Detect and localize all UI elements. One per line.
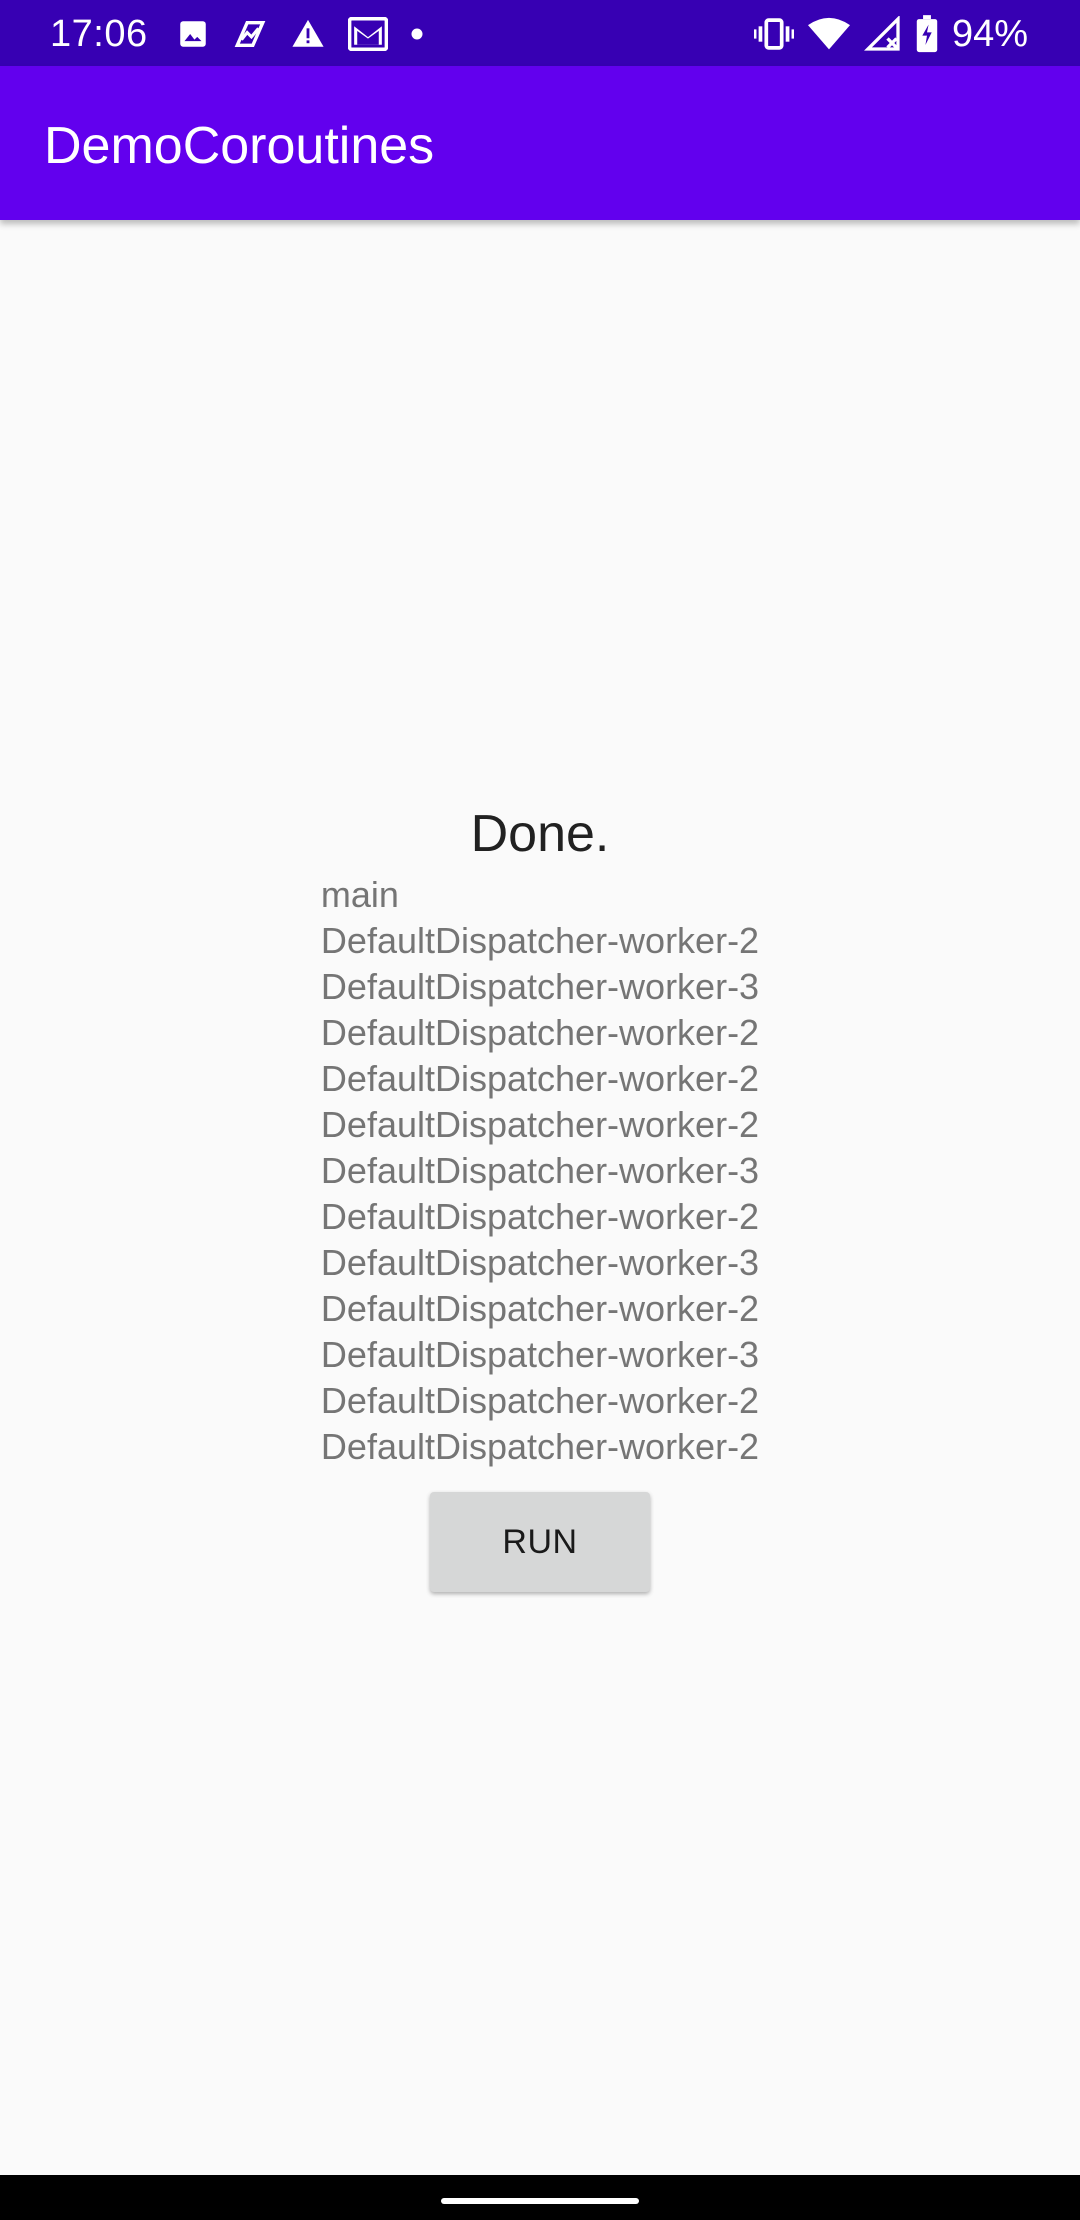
log-line: DefaultDispatcher-worker-2 xyxy=(320,1058,760,1099)
log-line: DefaultDispatcher-worker-2 xyxy=(320,1012,760,1053)
status-title: Done. xyxy=(470,805,610,863)
battery-percentage: 94% xyxy=(951,13,1028,55)
home-gesture-handle[interactable] xyxy=(441,2198,639,2204)
run-button[interactable]: RUN xyxy=(430,1492,650,1592)
thread-log: main DefaultDispatcher-worker-2 DefaultD… xyxy=(321,872,759,1470)
signal-icon xyxy=(863,16,902,52)
log-line: DefaultDispatcher-worker-3 xyxy=(320,1242,760,1283)
app-screen: 17:06 94% DemoCoroutines Done. main Defa… xyxy=(0,0,1080,2220)
log-line: DefaultDispatcher-worker-2 xyxy=(320,1426,760,1467)
status-time: 17:06 xyxy=(50,13,148,55)
vibrate-icon xyxy=(753,17,794,51)
log-line: DefaultDispatcher-worker-2 xyxy=(320,1288,760,1329)
status-bar: 17:06 94% xyxy=(0,0,1080,66)
log-line: main xyxy=(320,874,399,915)
image-icon xyxy=(176,17,210,51)
log-line: DefaultDispatcher-worker-2 xyxy=(320,920,760,961)
app-bar: DemoCoroutines xyxy=(0,66,1080,220)
main-content: Done. main DefaultDispatcher-worker-2 De… xyxy=(0,796,1080,1592)
analytics-icon xyxy=(232,17,268,51)
gmail-icon xyxy=(348,17,388,51)
wifi-icon xyxy=(807,17,850,51)
warning-icon xyxy=(290,17,326,51)
log-line: DefaultDispatcher-worker-3 xyxy=(320,966,760,1007)
navigation-bar xyxy=(0,2175,1080,2220)
battery-icon xyxy=(916,15,938,53)
dot-icon xyxy=(410,27,424,41)
log-line: DefaultDispatcher-worker-2 xyxy=(320,1380,760,1421)
log-line: DefaultDispatcher-worker-2 xyxy=(320,1196,760,1237)
app-title: DemoCoroutines xyxy=(44,117,435,175)
log-line: DefaultDispatcher-worker-3 xyxy=(320,1150,760,1191)
system-status-icons: 94% xyxy=(753,12,1028,56)
log-line: DefaultDispatcher-worker-2 xyxy=(320,1104,760,1145)
log-line: DefaultDispatcher-worker-3 xyxy=(320,1334,760,1375)
notification-icons xyxy=(176,14,424,54)
